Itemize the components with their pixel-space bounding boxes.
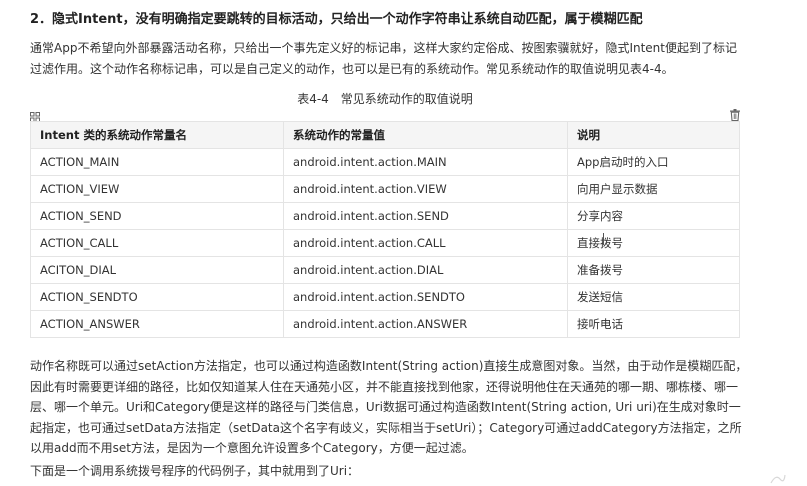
document-page: 2．隐式Intent，没有明确指定要跳转的目标活动，只给出一个动作字符串让系统自… [0, 0, 807, 486]
table-row: ACTION_MAIN android.intent.action.MAIN A… [30, 148, 740, 176]
table-grid-icon[interactable] [30, 107, 40, 122]
cell-constant-value: android.intent.action.SEND [283, 202, 568, 230]
cell-constant-name: ACTION_MAIN [30, 148, 284, 176]
cell-description: 向用户显示数据 [567, 175, 740, 203]
cell-constant-value: android.intent.action.DIAL [283, 256, 568, 284]
cell-constant-name: ACTION_SEND [30, 202, 284, 230]
table-row: ACTION_CALL android.intent.action.CALL 直… [30, 229, 740, 257]
cell-description: 准备拨号 [567, 256, 740, 284]
table-header-row: Intent 类的系统动作常量名 系统动作的常量值 说明 [30, 121, 740, 149]
cell-constant-value: android.intent.action.CALL [283, 229, 568, 257]
cell-constant-value: android.intent.action.VIEW [283, 175, 568, 203]
intro-paragraph: 通常App不希望向外部暴露活动名称，只给出一个事先定义好的标记串，这样大家约定俗… [30, 41, 737, 76]
system-actions-table: Intent 类的系统动作常量名 系统动作的常量值 说明 ACTION_MAIN… [30, 121, 740, 338]
cell-constant-value: android.intent.action.ANSWER [283, 310, 568, 338]
footer-paragraph: 下面是一个调用系统拨号程序的代码例子，其中就用到了Uri： [30, 464, 360, 478]
table-row: ACTION_SEND android.intent.action.SEND 分… [30, 202, 740, 230]
table-row: ACITON_DIAL android.intent.action.DIAL 准… [30, 256, 740, 284]
cell-description: 分享内容 [567, 202, 740, 230]
cell-constant-name: ACTION_SENDTO [30, 283, 284, 311]
header-description: 说明 [567, 121, 740, 149]
cell-description: App启动时的入口 [567, 148, 740, 176]
cell-constant-name: ACTION_CALL [30, 229, 284, 257]
table-row: ACTION_SENDTO android.intent.action.SEND… [30, 283, 740, 311]
section-heading: 2．隐式Intent，没有明确指定要跳转的目标活动，只给出一个动作字符串让系统自… [30, 12, 643, 27]
cell-constant-name: ACITON_DIAL [30, 256, 284, 284]
text-cursor [603, 233, 604, 245]
table-caption: 表4-4 常见系统动作的取值说明 [297, 92, 473, 106]
body-paragraph: 动作名称既可以通过setAction方法指定，也可以通过构造函数Intent(S… [30, 359, 748, 455]
cell-description: 接听电话 [567, 310, 740, 338]
cell-description: 直接拨号 [567, 229, 740, 257]
trash-icon[interactable] [730, 106, 740, 122]
cell-constant-value: android.intent.action.MAIN [283, 148, 568, 176]
header-constant-name: Intent 类的系统动作常量名 [30, 121, 284, 149]
scroll-mark-icon [770, 470, 786, 484]
table-row: ACTION_VIEW android.intent.action.VIEW 向… [30, 175, 740, 203]
cell-constant-name: ACTION_ANSWER [30, 310, 284, 338]
table-row: ACTION_ANSWER android.intent.action.ANSW… [30, 310, 740, 338]
cell-constant-name: ACTION_VIEW [30, 175, 284, 203]
header-constant-value: 系统动作的常量值 [283, 121, 568, 149]
cell-description: 发送短信 [567, 283, 740, 311]
cell-constant-value: android.intent.action.SENDTO [283, 283, 568, 311]
